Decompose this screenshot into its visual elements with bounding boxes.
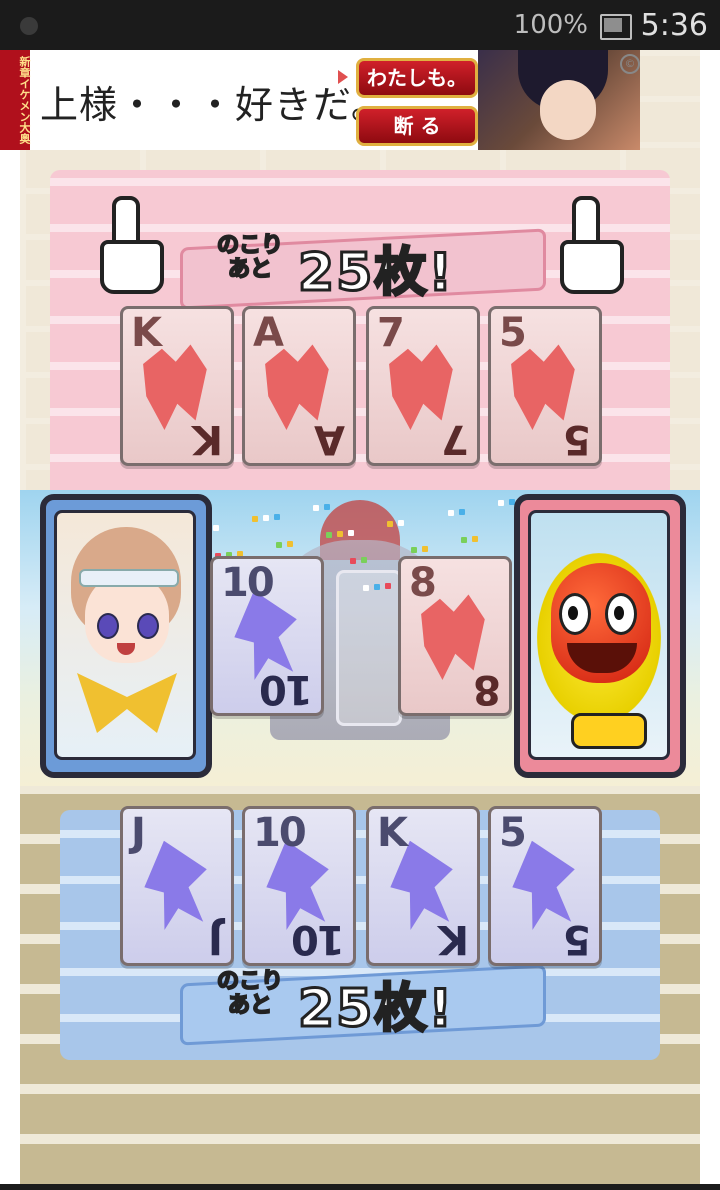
confetti [287,541,293,547]
confetti [337,531,343,537]
card-rank-inverted: 10 [261,666,313,712]
confetti [263,515,269,521]
confetti [348,530,354,536]
game-board: のこり あと 25枚! のこり あと 25枚! K K A A 7 7 5 5 J J 10 10 K K… [20,50,700,1184]
ad-accept-button[interactable]: わたしも。 [356,58,478,98]
opponent-card: AA [242,306,356,466]
confetti [459,509,465,515]
remaining-count: 25枚! [296,242,455,305]
confetti [326,532,332,538]
confetti [276,542,282,548]
player-remaining-counter: のこり あと 25枚! [180,964,546,1046]
confetti [324,504,330,510]
ad-character-image [478,50,640,150]
opponent-card: KK [120,306,234,466]
opponent-card: 55 [488,306,602,466]
enemy-portrait [514,494,686,778]
card-rank: 10 [253,810,307,856]
card-rank: K [377,810,408,856]
player-card[interactable]: 10 10 [242,806,356,966]
confetti [274,514,280,520]
status-bar: 100% 5:36 [0,0,720,50]
battery-icon [600,14,632,40]
confetti [448,510,454,516]
played-opponent-card: 88 [398,556,512,716]
card-rank: 10 [221,560,275,606]
player-card[interactable]: JJ [120,806,234,966]
player-card[interactable]: 55 [488,806,602,966]
card-rank-inverted: 8 [475,666,501,712]
ad-refuse-button[interactable]: 断 る [356,106,478,146]
confetti [498,500,504,506]
card-rank: A [253,310,284,356]
remaining-label: のこり あと [216,233,284,283]
confetti [385,583,391,589]
opponent-card: 77 [366,306,480,466]
enemy-character [528,510,670,760]
confetti [252,516,258,522]
nav-bar [0,1184,720,1190]
notification-icon [20,17,38,35]
remaining-label: のこり あと [216,969,284,1019]
card-rank-inverted: 5 [565,916,591,962]
confetti [461,537,467,543]
confetti [363,585,369,591]
confetti [313,505,319,511]
played-player-card: 10 10 [210,556,324,716]
ad-info-icon[interactable]: © [620,54,640,74]
player-character [54,510,196,760]
arrow-icon [338,70,348,84]
opponent-remaining-counter: のこり あと 25枚! [180,228,546,310]
card-rank-inverted: K [440,916,469,962]
card-rank: 5 [499,310,527,356]
clock: 5:36 [640,8,708,43]
card-rank: 5 [499,810,527,856]
remaining-count: 25枚! [296,978,455,1041]
spade-suit-icon [132,833,222,938]
card-rank: 8 [409,560,437,606]
card-rank-inverted: 5 [565,416,591,462]
card-rank-inverted: 10 [293,916,345,962]
confetti [387,521,393,527]
card-rank-inverted: A [316,416,345,462]
confetti [398,520,404,526]
center-card-slot [336,570,402,726]
player-portrait [40,494,212,778]
card-rank: 7 [377,310,405,356]
card-rank-inverted: 7 [443,416,469,462]
confetti [350,558,356,564]
confetti [411,547,417,553]
card-rank-inverted: K [194,416,223,462]
pointing-hand-icon [100,196,164,294]
card-rank-inverted: J [210,916,223,962]
confetti [361,557,367,563]
ad-vertical-label: 新章イケメン大奥 [0,50,31,150]
player-card[interactable]: KK [366,806,480,966]
card-rank: K [131,310,162,356]
confetti [213,525,219,531]
confetti [472,536,478,542]
confetti [422,546,428,552]
pointing-hand-icon [560,196,624,294]
card-rank: J [131,810,146,856]
battery-percent: 100% [513,10,588,40]
ad-banner[interactable]: 新章イケメン大奥 上様・・・好きだ。 わたしも。 断 る © [0,50,640,150]
confetti [374,584,380,590]
